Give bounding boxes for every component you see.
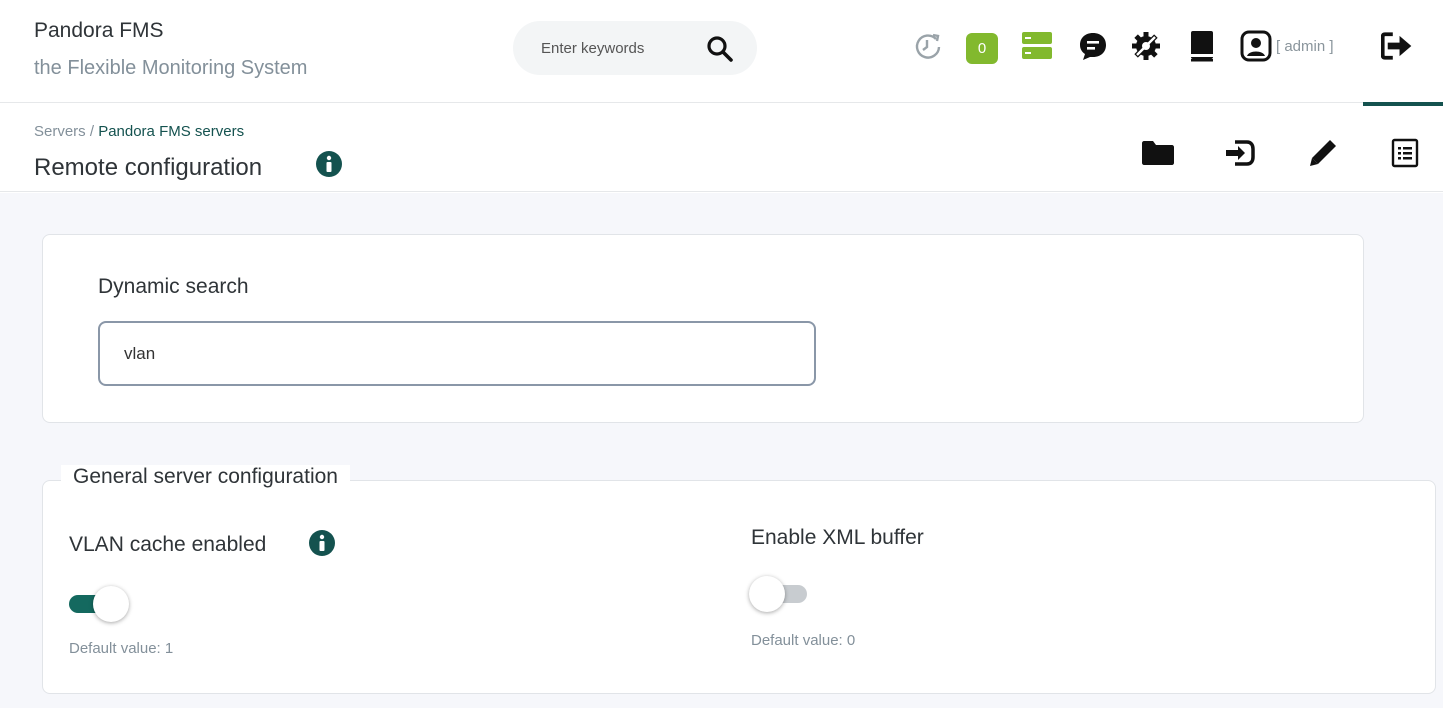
top-header: Pandora FMS the Flexible Monitoring Syst… xyxy=(0,0,1443,103)
dynamic-search-card: Dynamic search xyxy=(42,234,1364,423)
pencil-icon[interactable] xyxy=(1306,136,1340,170)
breadcrumb-root[interactable]: Servers / xyxy=(34,123,98,140)
history-icon[interactable] xyxy=(912,28,944,64)
info-icon[interactable] xyxy=(315,150,343,183)
main-content: Dynamic search General server configurat… xyxy=(0,193,1443,708)
search-input[interactable] xyxy=(541,35,681,61)
list-icon[interactable] xyxy=(1388,136,1422,170)
general-server-configuration: General server configuration VLAN cache … xyxy=(42,465,1436,694)
toggle-knob xyxy=(749,576,785,612)
search-box xyxy=(513,21,757,75)
xml-buffer-default: Default value: 0 xyxy=(751,632,856,649)
search-icon[interactable] xyxy=(706,35,734,63)
vlan-cache-toggle[interactable] xyxy=(69,585,129,622)
servers-icon[interactable] xyxy=(1021,28,1053,64)
terminal-icon[interactable] xyxy=(1222,136,1256,170)
username-label[interactable]: [ admin ] xyxy=(1276,38,1334,55)
notifications-badge[interactable]: 0 xyxy=(966,33,998,64)
chat-icon[interactable] xyxy=(1077,28,1109,64)
folder-icon[interactable] xyxy=(1141,136,1175,170)
page-header: Servers / Pandora FMS servers Remote con… xyxy=(0,102,1443,192)
brand-subtitle: the Flexible Monitoring System xyxy=(34,57,308,79)
book-icon[interactable] xyxy=(1186,28,1218,64)
active-tab-indicator xyxy=(1363,102,1443,106)
xml-buffer-label: Enable XML buffer xyxy=(751,526,924,549)
dynamic-search-input[interactable] xyxy=(98,321,816,386)
vlan-cache-default: Default value: 1 xyxy=(69,640,174,657)
info-icon[interactable] xyxy=(308,529,336,562)
dynamic-search-label: Dynamic search xyxy=(98,275,249,298)
brand-title[interactable]: Pandora FMS xyxy=(34,19,164,43)
user-icon[interactable] xyxy=(1240,28,1272,64)
section-legend: General server configuration xyxy=(61,465,350,489)
xml-buffer-toggle[interactable] xyxy=(749,575,809,612)
breadcrumb-link[interactable]: Pandora FMS servers xyxy=(98,123,244,140)
logout-icon[interactable] xyxy=(1381,28,1413,64)
page-title: Remote configuration xyxy=(34,154,263,181)
gear-icon[interactable] xyxy=(1130,28,1162,64)
vlan-cache-label: VLAN cache enabled xyxy=(69,533,267,556)
toggle-knob xyxy=(93,586,129,622)
breadcrumb: Servers / Pandora FMS servers xyxy=(34,123,244,140)
